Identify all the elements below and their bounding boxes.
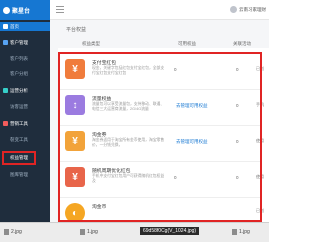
sidebar-item-customers[interactable]: 客户管理 bbox=[0, 38, 50, 47]
logo-icon bbox=[3, 6, 10, 14]
brand-name: 聚星台 bbox=[12, 8, 31, 15]
sidebar-item-label: 首页 bbox=[10, 23, 19, 29]
download-item-label: 2.jpg bbox=[11, 229, 22, 235]
column-header: 可用权益 bbox=[178, 41, 196, 46]
menu-icon[interactable] bbox=[56, 6, 64, 13]
content-highlight-box bbox=[58, 52, 262, 222]
column-header: 关联活动 bbox=[233, 41, 251, 46]
user-icon bbox=[3, 40, 8, 45]
sidebar-item-label: 客户列表 bbox=[10, 56, 28, 61]
sidebar-item-label: 运营分析 bbox=[10, 87, 28, 93]
sidebar-item-label: 访客运营 bbox=[10, 104, 28, 109]
brand-logo[interactable]: 聚星台 bbox=[0, 0, 50, 20]
sidebar-item-fission-tools[interactable]: 裂变工具 bbox=[0, 136, 50, 144]
user-menu[interactable]: 云南习家理财 bbox=[230, 6, 266, 13]
sidebar-item-label: 营销工具 bbox=[10, 120, 28, 126]
sidebar-item-marketing-tools[interactable]: 营销工具 bbox=[0, 119, 50, 128]
download-item-label: 1.jpg bbox=[239, 229, 250, 235]
sidebar-item-label: 客户管理 bbox=[10, 39, 28, 45]
download-item[interactable]: 1.jpg bbox=[80, 229, 98, 235]
sidebar-item-customer-groups[interactable]: 客户分组 bbox=[0, 70, 50, 78]
page-title: 平台权益 bbox=[66, 27, 87, 33]
file-icon bbox=[80, 229, 85, 235]
sidebar-item-label: 客户分组 bbox=[10, 71, 28, 76]
sidebar-highlight-box bbox=[2, 151, 36, 165]
download-item[interactable]: 2.jpg bbox=[4, 229, 22, 235]
sidebar-item-gallery[interactable]: 图库管理 bbox=[0, 171, 50, 179]
user-name: 云南习家理财 bbox=[239, 6, 266, 12]
sidebar-item-analytics[interactable]: 运营分析 bbox=[0, 86, 50, 95]
home-icon bbox=[3, 24, 8, 29]
sidebar-item-label: 裂变工具 bbox=[10, 137, 28, 142]
tools-icon bbox=[3, 121, 8, 126]
download-item[interactable]: 69d58f0Cg(V_1024.jpg) bbox=[140, 227, 200, 235]
sidebar bbox=[0, 0, 50, 222]
sidebar-item-label: 图库管理 bbox=[10, 172, 28, 177]
file-icon bbox=[4, 229, 9, 235]
file-icon bbox=[232, 229, 237, 235]
table-header: 权益类型 可用权益 关联活动 bbox=[58, 38, 269, 48]
download-item[interactable]: 1.jpg bbox=[232, 229, 250, 235]
download-item-label: 1.jpg bbox=[87, 229, 98, 235]
sidebar-item-home[interactable]: 首页 bbox=[0, 22, 50, 31]
download-item-label: 69d58f0Cg(V_1024.jpg) bbox=[143, 228, 197, 234]
download-bar: 2.jpg 1.jpg 69d58f0Cg(V_1024.jpg) 1.jpg bbox=[0, 222, 269, 242]
chart-icon bbox=[3, 88, 8, 93]
avatar bbox=[230, 6, 237, 13]
top-bar: 云南习家理财 bbox=[50, 0, 269, 20]
sidebar-item-customer-list[interactable]: 客户列表 bbox=[0, 55, 50, 63]
column-header: 权益类型 bbox=[82, 41, 100, 46]
sidebar-item-visitor-ops[interactable]: 访客运营 bbox=[0, 103, 50, 111]
